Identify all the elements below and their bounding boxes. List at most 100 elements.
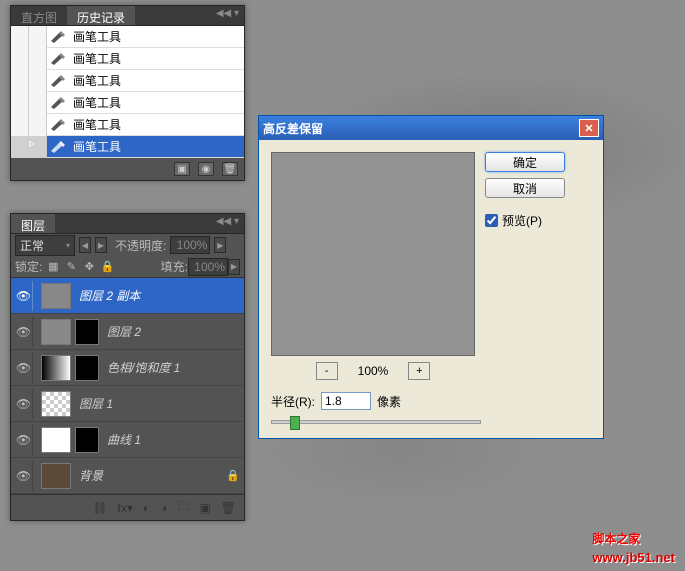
brush-icon [50,95,70,111]
mask-icon[interactable]: ◐ [143,501,150,515]
zoom-value: 100% [358,364,389,378]
layer-thumb[interactable] [41,319,71,345]
layer-row[interactable]: 👁 图层 1 [11,386,244,422]
tab-histogram[interactable]: 直方图 [11,6,67,25]
close-icon[interactable]: ✕ [579,119,599,137]
history-tabs: 直方图 历史记录 ◀◀ ▾ [11,6,244,26]
layer-row[interactable]: 👁 背景 🔒 [11,458,244,494]
visibility-icon[interactable]: 👁 [15,317,33,347]
opacity-label: 不透明度: [115,237,166,254]
visibility-icon[interactable]: 👁 [15,353,33,383]
collapse-icon[interactable]: ◀◀ ▾ [211,6,244,25]
trash-icon[interactable]: 🗑 [221,501,236,515]
layers-panel: 图层 ◀◀ ▾ 正常▾ ◀ ▶ 不透明度: 100% ▶ 锁定: ▦ ✎ ✥ 🔒… [10,213,245,521]
link-layers-icon[interactable]: ⛓ [92,501,107,515]
opacity-input[interactable]: 100% [170,236,210,254]
history-item[interactable]: 画笔工具 [11,92,244,114]
new-document-icon[interactable]: ▣ [174,162,190,176]
layer-mask-thumb[interactable] [75,319,99,345]
history-item[interactable]: 画笔工具 [11,26,244,48]
group-icon[interactable]: 🗀 [177,497,189,518]
zoom-in-button[interactable]: + [408,362,430,380]
trash-icon[interactable]: 🗑 [222,162,238,176]
dialog-titlebar[interactable]: 高反差保留 ✕ [259,116,603,140]
radius-input[interactable] [321,392,371,410]
history-item-label: 画笔工具 [73,138,121,155]
layer-thumb[interactable] [41,391,71,417]
lock-row: 锁定: ▦ ✎ ✥ 🔒 填充: 100% ▶ [11,256,244,278]
layer-list: 👁 图层 2 副本 👁 图层 2 👁 色相/饱和度 1 👁 图层 1 👁 曲线 … [11,278,244,494]
preview-checkbox-row[interactable]: 预览(P) [485,212,542,229]
brush-icon [50,117,70,133]
fx-icon[interactable]: fx▾ [118,501,133,515]
brush-icon [50,73,70,89]
slider-thumb[interactable] [290,416,300,430]
lock-transparency-icon[interactable]: ▦ [46,260,60,274]
history-item[interactable]: 画笔工具 [11,114,244,136]
visibility-icon[interactable]: 👁 [15,461,33,491]
snapshot-icon[interactable]: ◉ [198,162,214,176]
preview-label: 预览(P) [502,212,542,229]
lock-position-icon[interactable]: ✥ [82,260,96,274]
visibility-icon[interactable]: 👁 [15,281,33,311]
high-pass-dialog: 高反差保留 ✕ - 100% + 确定 取消 预览(P) 半径(R): 像素 [258,115,604,439]
radius-label: 半径(R): [271,393,315,410]
history-item-label: 画笔工具 [73,28,121,45]
adjustment-thumb[interactable] [41,355,71,381]
visibility-icon[interactable]: 👁 [15,389,33,419]
layer-name: 图层 1 [79,395,113,412]
layer-mask-thumb[interactable] [75,427,99,453]
history-list: 画笔工具 画笔工具 画笔工具 画笔工具 画笔工具 ▹画笔工具 [11,26,244,158]
blend-mode-dropdown[interactable]: 正常▾ [15,235,75,256]
radius-slider[interactable] [271,420,481,424]
layer-row[interactable]: 👁 色相/饱和度 1 [11,350,244,386]
layers-footer: ⛓ fx▾ ◐ ◑ 🗀 ▣ 🗑 [11,494,244,520]
layer-row[interactable]: 👁 曲线 1 [11,422,244,458]
zoom-out-button[interactable]: - [316,362,338,380]
new-layer-icon[interactable]: ▣ [199,501,210,515]
watermark: 脚本之家 www.jb51.net [592,520,675,565]
opacity-flyout-icon[interactable]: ▶ [214,237,226,253]
preview-box[interactable] [271,152,475,356]
brush-icon [50,51,70,67]
adjustment-thumb[interactable] [41,427,71,453]
lock-label: 锁定: [15,258,42,275]
lock-paint-icon[interactable]: ✎ [64,260,78,274]
history-panel: 直方图 历史记录 ◀◀ ▾ 画笔工具 画笔工具 画笔工具 画笔工具 画笔工具 ▹… [10,5,245,181]
layer-mask-thumb[interactable] [75,355,99,381]
layer-name: 背景 [79,467,103,484]
history-item[interactable]: 画笔工具 [11,70,244,92]
history-item-selected[interactable]: ▹画笔工具 [11,136,244,158]
layer-name: 图层 2 副本 [79,287,140,304]
history-footer: ▣ ◉ 🗑 [11,158,244,180]
brush-icon [50,29,70,45]
tab-layers[interactable]: 图层 [11,214,55,233]
layer-row-selected[interactable]: 👁 图层 2 副本 [11,278,244,314]
ok-button[interactable]: 确定 [485,152,565,172]
layer-thumb[interactable] [41,283,71,309]
history-item[interactable]: 画笔工具 [11,48,244,70]
history-item-label: 画笔工具 [73,72,121,89]
layer-name: 图层 2 [107,323,141,340]
fill-flyout-icon[interactable]: ▶ [228,259,240,275]
cancel-button[interactable]: 取消 [485,178,565,198]
layer-row[interactable]: 👁 图层 2 [11,314,244,350]
tab-history[interactable]: 历史记录 [67,6,135,25]
prev-blend-icon[interactable]: ◀ [79,237,91,253]
layers-tabs: 图层 ◀◀ ▾ [11,214,244,234]
history-item-label: 画笔工具 [73,116,121,133]
brush-icon [50,139,70,155]
layer-thumb[interactable] [41,463,71,489]
visibility-icon[interactable]: 👁 [15,425,33,455]
radius-unit: 像素 [377,393,401,410]
preview-checkbox[interactable] [485,214,498,227]
collapse-icon[interactable]: ◀◀ ▾ [211,214,244,233]
blend-mode-row: 正常▾ ◀ ▶ 不透明度: 100% ▶ [11,234,244,256]
adjustment-icon[interactable]: ◑ [160,501,167,515]
fill-label: 填充: [161,258,188,275]
dialog-title: 高反差保留 [263,120,579,137]
fill-input[interactable]: 100% [188,258,228,276]
lock-all-icon[interactable]: 🔒 [100,260,114,274]
layer-name: 色相/饱和度 1 [107,359,180,376]
next-blend-icon[interactable]: ▶ [95,237,107,253]
